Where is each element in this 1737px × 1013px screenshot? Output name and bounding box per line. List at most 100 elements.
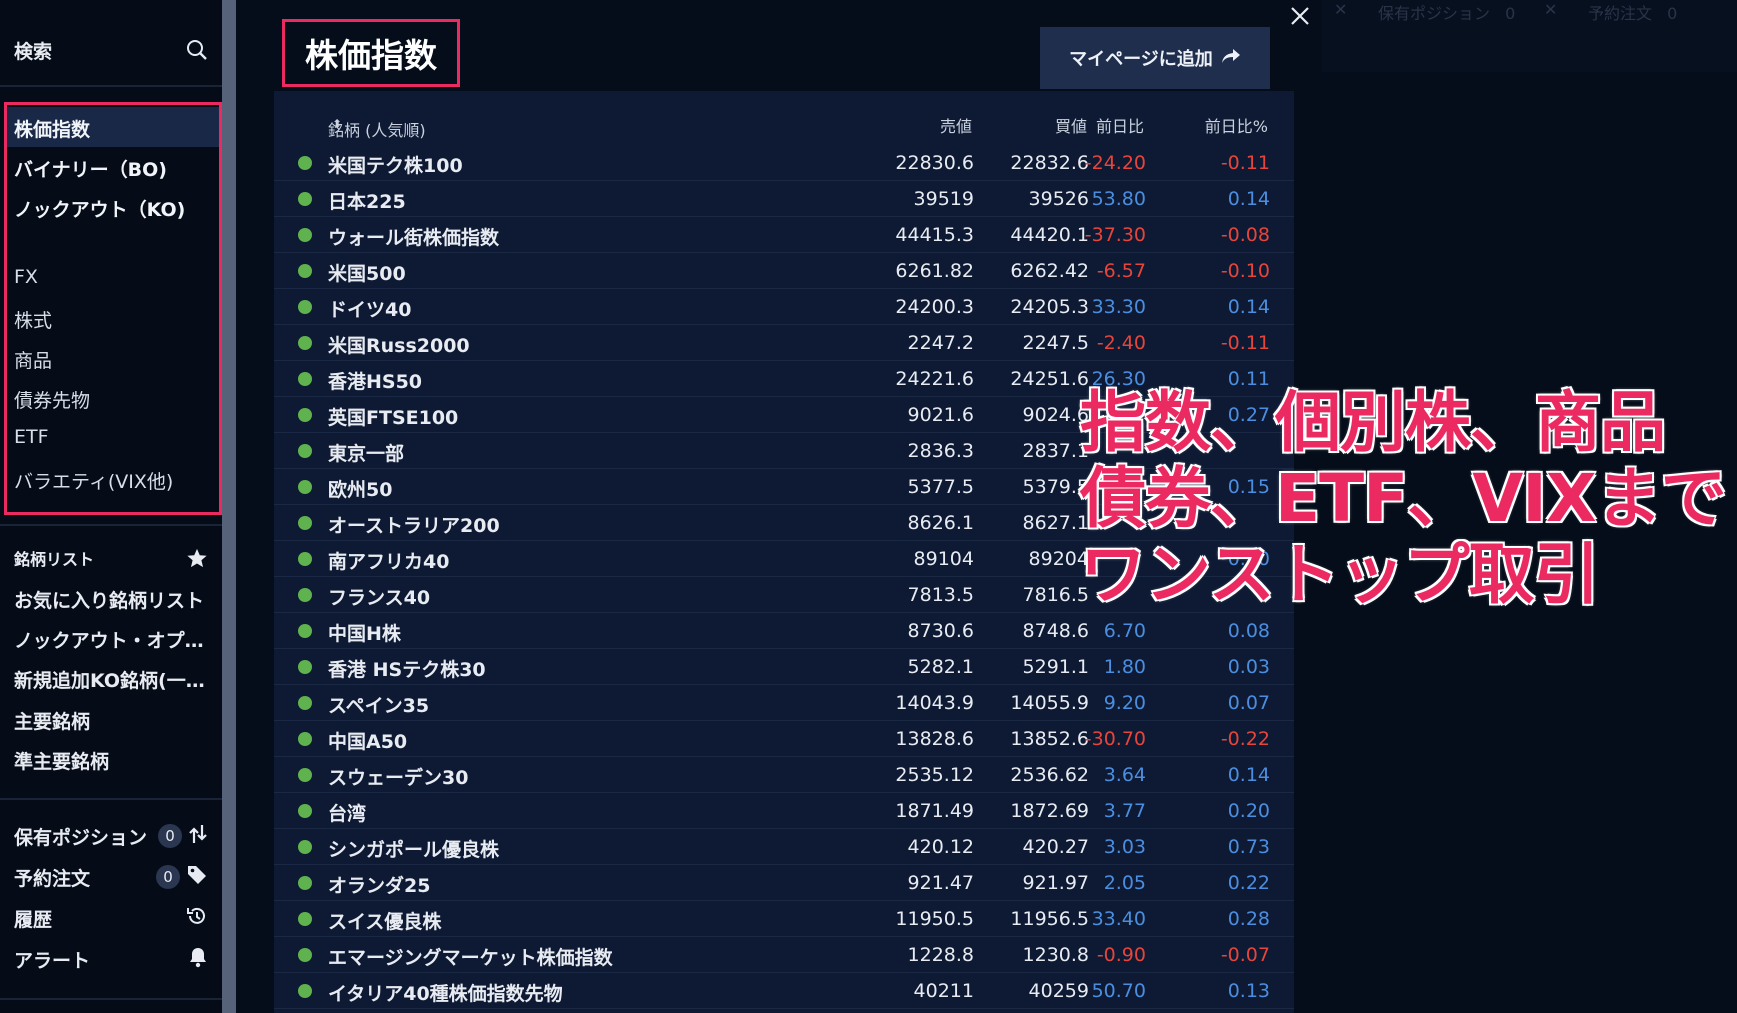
table-row[interactable]: ウォール街株価指数 44415.3 44420.1 -37.30 -0.08 xyxy=(274,217,1294,253)
tab-orders[interactable]: 予約注文 0 xyxy=(1588,0,1677,24)
column-change-pct-header: 前日比% xyxy=(1204,117,1268,136)
table-row[interactable]: オランダ25 921.47 921.97 2.05 0.22 xyxy=(274,865,1294,901)
instrument-name: ウォール街株価指数 xyxy=(328,227,500,249)
instrument-name: スウェーデン30 xyxy=(328,767,469,789)
table-row[interactable]: エマージングマーケット株価指数 1228.8 1230.8 -0.90 -0.07 xyxy=(274,937,1294,973)
sidebar-item-commodities[interactable]: 商品 xyxy=(14,346,52,373)
status-dot xyxy=(298,876,312,890)
bid-price: 5282.1 xyxy=(907,656,974,678)
sidebar-positions[interactable]: 保有ポジション 0 xyxy=(0,818,222,854)
sidebar-item-fx[interactable]: FX xyxy=(14,266,38,288)
bid-price: 40211 xyxy=(913,980,974,1002)
instrument-name: 欧州50 xyxy=(328,479,393,501)
add-to-mypage-button[interactable]: マイページに追加 xyxy=(1040,27,1270,89)
status-dot xyxy=(298,984,312,998)
table-row[interactable]: 香港 HSテク株30 5282.1 5291.1 1.80 0.03 xyxy=(274,649,1294,685)
table-row[interactable]: ドイツ40 24200.3 24205.3 33.30 0.14 xyxy=(274,289,1294,325)
change-pct-value: 0.13 xyxy=(1227,980,1270,1002)
table-row[interactable]: 米国Russ2000 2247.2 2247.5 -2.40 -0.11 xyxy=(274,325,1294,361)
change-value: 3.03 xyxy=(1103,836,1146,858)
table-row[interactable]: スイス優良株 11950.5 11956.5 33.40 0.28 xyxy=(274,901,1294,937)
bell-icon xyxy=(188,946,208,972)
bid-price: 39519 xyxy=(913,188,974,210)
alert-label: アラート xyxy=(14,949,91,972)
tab-orders-label: 予約注文 xyxy=(1588,4,1653,23)
table-row[interactable]: 米国テク株100 22830.6 22832.6 -24.20 -0.11 xyxy=(274,145,1294,181)
bid-price: 8730.6 xyxy=(907,620,974,642)
bid-price: 5377.5 xyxy=(907,476,974,498)
instrument-name: イタリア40種株価指数先物 xyxy=(328,983,563,1005)
sidebar-item-bonds[interactable]: 債券先物 xyxy=(14,386,90,413)
status-dot xyxy=(298,444,312,458)
watchlist-item[interactable]: 新規追加KO銘柄(一… xyxy=(0,661,222,697)
bid-price: 7813.5 xyxy=(907,584,974,606)
change-pct-value: 0.14 xyxy=(1227,188,1270,210)
search-icon[interactable] xyxy=(186,39,208,61)
bid-price: 1228.8 xyxy=(907,944,974,966)
table-row[interactable]: スウェーデン30 2535.12 2536.62 3.64 0.14 xyxy=(274,757,1294,793)
search-label: 検索 xyxy=(14,40,53,63)
table-row[interactable]: スペイン35 14043.9 14055.9 9.20 0.07 xyxy=(274,685,1294,721)
instrument-name: 英国FTSE100 xyxy=(328,407,459,429)
table-row[interactable]: 中国A50 13828.6 13852.6 -30.70 -0.22 xyxy=(274,721,1294,757)
sidebar-orders[interactable]: 予約注文 0 xyxy=(0,859,222,895)
add-to-mypage-label: マイページに追加 xyxy=(1069,49,1213,69)
change-pct-value: 0.20 xyxy=(1227,800,1270,822)
instrument-name: 米国テク株100 xyxy=(328,155,463,177)
status-dot xyxy=(298,300,312,314)
status-dot xyxy=(298,264,312,278)
sidebar-scrollbar[interactable] xyxy=(222,0,236,1013)
watchlist-item[interactable]: お気に入り銘柄リスト xyxy=(0,581,222,617)
watchlist-item[interactable]: 主要銘柄 xyxy=(0,702,222,738)
sidebar-alerts[interactable]: アラート xyxy=(0,941,222,977)
table-row[interactable]: 米国500 6261.82 6262.42 -6.57 -0.10 xyxy=(274,253,1294,289)
change-value: 3.77 xyxy=(1103,800,1146,822)
close-icon[interactable]: ✕ xyxy=(1334,0,1347,19)
sidebar-item-knockout[interactable]: ノックアウト（KO) xyxy=(14,195,185,222)
change-pct-value: -0.08 xyxy=(1220,224,1270,246)
table-row[interactable]: イタリア40種株価指数先物 40211 40259 50.70 0.13 xyxy=(274,973,1294,1009)
divider xyxy=(0,524,222,526)
change-value: -6.57 xyxy=(1096,260,1146,282)
table-row[interactable]: 日本225 39519 39526 53.80 0.14 xyxy=(274,181,1294,217)
watchlist-item[interactable]: ノックアウト・オプ… xyxy=(0,621,222,657)
status-dot xyxy=(298,372,312,386)
instrument-name: オランダ25 xyxy=(328,875,431,897)
instrument-name: スイス優良株 xyxy=(328,911,442,933)
column-name-header: 銘柄 (人気順) xyxy=(328,121,426,140)
sidebar-item-variety[interactable]: バラエティ(VIX他) xyxy=(14,467,173,494)
change-value: -24.20 xyxy=(1084,152,1146,174)
close-icon[interactable]: ✕ xyxy=(1544,0,1557,19)
change-pct-value: 0.07 xyxy=(1227,692,1270,714)
tab-positions[interactable]: 保有ポジション 0 xyxy=(1378,0,1515,24)
sidebar-item-binary[interactable]: バイナリー（BO) xyxy=(14,155,167,182)
sidebar-history[interactable]: 履歴 xyxy=(0,900,222,936)
sidebar-search[interactable]: 検索 xyxy=(0,30,222,70)
change-value: 1.80 xyxy=(1103,656,1146,678)
sort-icon: ⬍ xyxy=(332,117,343,131)
change-value: 50.70 xyxy=(1091,980,1146,1002)
instrument-name: 南アフリカ40 xyxy=(328,551,450,573)
table-row[interactable]: 台湾 1871.49 1872.69 3.77 0.20 xyxy=(274,793,1294,829)
star-icon[interactable] xyxy=(186,547,208,569)
change-value: -37.30 xyxy=(1084,224,1146,246)
bid-price: 9021.6 xyxy=(907,404,974,426)
status-dot xyxy=(298,480,312,494)
column-change-header: 前日比 xyxy=(1095,117,1144,136)
change-pct-value: 0.08 xyxy=(1227,620,1270,642)
close-icon[interactable] xyxy=(1286,2,1314,30)
table-row[interactable]: シンガポール優良株 420.12 420.27 3.03 0.73 xyxy=(274,829,1294,865)
change-pct-value: 0.03 xyxy=(1227,656,1270,678)
bid-price: 420.12 xyxy=(907,836,974,858)
bid-price: 2247.2 xyxy=(907,332,974,354)
status-dot xyxy=(298,516,312,530)
watchlist-item[interactable]: 準主要銘柄 xyxy=(0,742,222,778)
positions-count-badge: 0 xyxy=(158,824,182,848)
instrument-name: スペイン35 xyxy=(328,695,430,717)
sidebar-item-stocks[interactable]: 株式 xyxy=(14,306,52,333)
bid-price: 1871.49 xyxy=(895,800,974,822)
sidebar-item-etf[interactable]: ETF xyxy=(14,426,49,448)
table-row[interactable]: 中国H株 8730.6 8748.6 6.70 0.08 xyxy=(274,613,1294,649)
sidebar-item-indices[interactable]: 株価指数 xyxy=(14,115,90,142)
instrument-name: 台湾 xyxy=(328,803,367,825)
